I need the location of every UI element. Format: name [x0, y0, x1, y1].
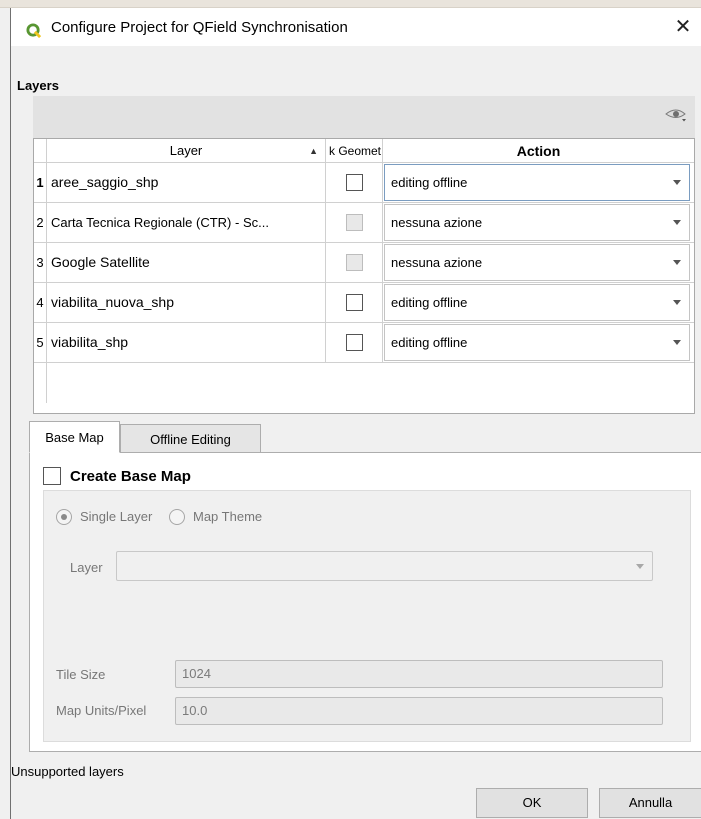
- layer-name: Google Satellite: [47, 243, 326, 282]
- action-value: editing offline: [391, 335, 468, 350]
- row-number: 1: [34, 163, 47, 202]
- action-value: nessuna azione: [391, 255, 483, 270]
- action-dropdown[interactable]: nessuna azione: [384, 204, 690, 241]
- dialog-window: Configure Project for QField Synchronisa…: [10, 8, 701, 819]
- close-button[interactable]: ✕: [670, 14, 696, 40]
- action-dropdown[interactable]: nessuna azione: [384, 244, 690, 281]
- background-window-strip: [0, 0, 701, 8]
- title-bar: Configure Project for QField Synchronisa…: [11, 8, 701, 46]
- layer-name: viabilita_shp: [47, 323, 326, 362]
- tab-base-map[interactable]: Base Map: [29, 421, 120, 453]
- lock-geometry-checkbox[interactable]: [346, 334, 363, 351]
- geometry-cell: [326, 283, 383, 322]
- single-layer-radio[interactable]: [56, 509, 72, 525]
- chevron-down-icon: [673, 300, 681, 305]
- qgis-logo-icon: [26, 23, 41, 38]
- create-base-map-checkbox[interactable]: [43, 467, 61, 485]
- header-layer[interactable]: Layer ▲: [47, 139, 326, 163]
- header-geometry[interactable]: k Geomet: [326, 139, 383, 163]
- map-theme-radio[interactable]: [169, 509, 185, 525]
- window-title: Configure Project for QField Synchronisa…: [51, 19, 348, 36]
- sort-ascending-icon: ▲: [309, 146, 318, 156]
- table-row[interactable]: 3 Google Satellite nessuna azione: [34, 243, 694, 283]
- table-row[interactable]: 4 viabilita_nuova_shp editing offline: [34, 283, 694, 323]
- map-units-label: Map Units/Pixel: [56, 703, 147, 718]
- header-layer-label: Layer: [169, 143, 203, 158]
- create-base-map-label[interactable]: Create Base Map: [70, 467, 191, 486]
- base-map-options-group: Single Layer Map Theme Layer Tile Size 1…: [43, 490, 691, 742]
- chevron-down-icon: [673, 220, 681, 225]
- radio-selected-dot: [61, 514, 67, 520]
- lock-geometry-checkbox[interactable]: [346, 294, 363, 311]
- layers-table: Layer ▲ k Geomet Action 1 aree_saggio_sh…: [33, 138, 695, 414]
- row-number: 4: [34, 283, 47, 322]
- tile-size-field[interactable]: 1024: [175, 660, 663, 688]
- chevron-down-icon: [636, 564, 644, 569]
- action-dropdown[interactable]: editing offline: [384, 164, 690, 201]
- lock-geometry-checkbox: [346, 214, 363, 231]
- geometry-cell: [326, 323, 383, 362]
- header-action[interactable]: Action: [383, 139, 694, 163]
- table-row[interactable]: 2 Carta Tecnica Regionale (CTR) - Sc... …: [34, 203, 694, 243]
- layers-section-label: Layers: [17, 78, 59, 93]
- cancel-button[interactable]: Annulla: [599, 788, 701, 818]
- table-header: Layer ▲ k Geomet Action: [34, 139, 694, 163]
- action-dropdown[interactable]: editing offline: [384, 284, 690, 321]
- action-cell: editing offline: [383, 323, 694, 362]
- map-theme-label[interactable]: Map Theme: [193, 509, 262, 525]
- ok-button[interactable]: OK: [476, 788, 588, 818]
- table-row[interactable]: 1 aree_saggio_shp editing offline: [34, 163, 694, 203]
- row-number: 2: [34, 203, 47, 242]
- lock-geometry-checkbox: [346, 254, 363, 271]
- map-units-field[interactable]: 10.0: [175, 697, 663, 725]
- action-cell: editing offline: [383, 163, 694, 202]
- geometry-cell: [326, 163, 383, 202]
- row-number: 3: [34, 243, 47, 282]
- layers-toolbar: [33, 96, 695, 138]
- lock-geometry-checkbox[interactable]: [346, 174, 363, 191]
- action-value: editing offline: [391, 295, 468, 310]
- layer-name: Carta Tecnica Regionale (CTR) - Sc...: [47, 203, 326, 242]
- action-dropdown[interactable]: editing offline: [384, 324, 690, 361]
- base-map-panel: Create Base Map Single Layer Map Theme L…: [29, 452, 701, 752]
- tile-size-label: Tile Size: [56, 667, 106, 682]
- eye-visibility-icon[interactable]: [665, 106, 687, 122]
- row-number: 5: [34, 323, 47, 362]
- layer-dropdown[interactable]: [116, 551, 653, 581]
- geometry-cell: [326, 203, 383, 242]
- layer-name: aree_saggio_shp: [47, 163, 326, 202]
- single-layer-label[interactable]: Single Layer: [80, 509, 152, 525]
- chevron-down-icon: [673, 180, 681, 185]
- unsupported-layers-label: Unsupported layers: [11, 764, 124, 779]
- tab-offline-editing[interactable]: Offline Editing: [120, 424, 261, 453]
- row-header-filler: [34, 363, 47, 403]
- action-value: editing offline: [391, 175, 468, 190]
- chevron-down-icon: [673, 340, 681, 345]
- action-cell: editing offline: [383, 283, 694, 322]
- action-value: nessuna azione: [391, 215, 483, 230]
- table-row[interactable]: 5 viabilita_shp editing offline: [34, 323, 694, 363]
- action-cell: nessuna azione: [383, 243, 694, 282]
- chevron-down-icon: [673, 260, 681, 265]
- header-corner: [34, 139, 47, 163]
- layer-label: Layer: [70, 560, 103, 575]
- action-cell: nessuna azione: [383, 203, 694, 242]
- geometry-cell: [326, 243, 383, 282]
- layer-name: viabilita_nuova_shp: [47, 283, 326, 322]
